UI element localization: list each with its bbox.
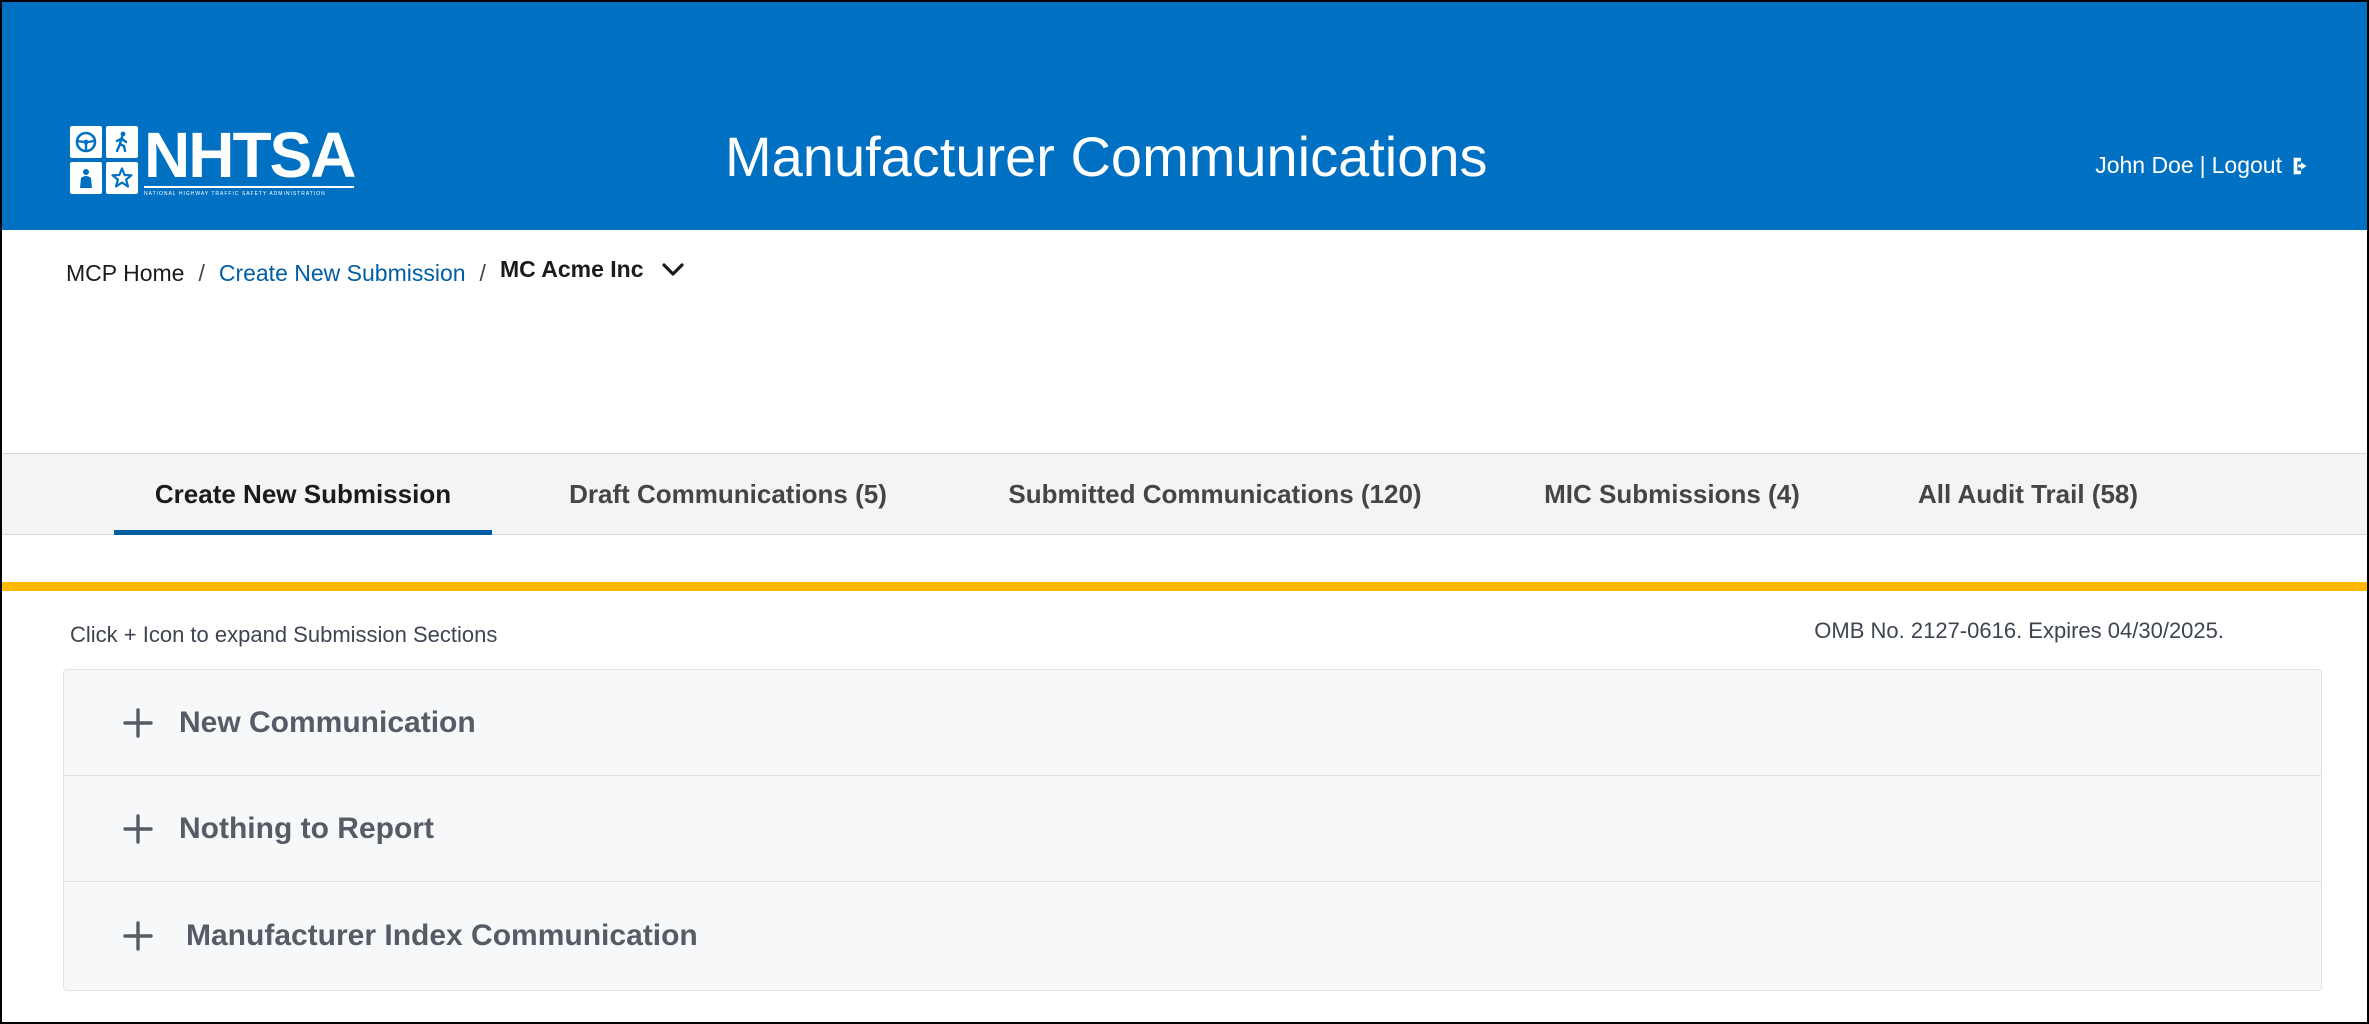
car-seat-icon	[70, 162, 102, 194]
breadcrumb-home[interactable]: MCP Home	[66, 260, 184, 287]
plus-icon[interactable]	[123, 707, 153, 738]
breadcrumb-separator: /	[198, 260, 205, 286]
plus-icon[interactable]	[123, 921, 153, 951]
submission-sections-accordion: New Communication Nothing to Report Manu…	[63, 669, 2322, 991]
logout-icon[interactable]	[2290, 155, 2312, 177]
logout-link[interactable]: Logout	[2212, 152, 2282, 179]
site-header: NHTSA NATIONAL HIGHWAY TRAFFIC SAFETY AD…	[2, 2, 2367, 230]
accordion-manufacturer-index-communication[interactable]: Manufacturer Index Communication	[64, 882, 2321, 990]
user-separator: |	[2199, 152, 2206, 178]
user-name[interactable]: John Doe	[2095, 152, 2193, 179]
chevron-down-icon	[661, 262, 684, 276]
logo-text-block: NHTSA NATIONAL HIGHWAY TRAFFIC SAFETY AD…	[144, 119, 356, 198]
accordion-label: New Communication	[179, 705, 476, 739]
manufacturer-name: MC Acme Inc	[499, 256, 644, 282]
breadcrumb: MCP Home / Create New Submission / MC Ac…	[66, 256, 684, 287]
accordion-label: Manufacturer Index Communication	[186, 919, 698, 952]
page-frame: NHTSA NATIONAL HIGHWAY TRAFFIC SAFETY AD…	[0, 0, 2369, 1024]
tab-mic-submissions[interactable]: MIC Submissions (4)	[1514, 454, 1830, 534]
steering-wheel-icon	[70, 126, 102, 158]
submission-tabs: Create New Submission Draft Communicatio…	[2, 453, 2367, 535]
tab-all-audit-trail[interactable]: All Audit Trail (58)	[1892, 454, 2164, 534]
app-title: Manufacturer Communications	[725, 125, 1488, 188]
user-area: John Doe | Logout	[2095, 152, 2312, 179]
gold-divider	[2, 582, 2367, 591]
tab-submitted-communications[interactable]: Submitted Communications (120)	[984, 454, 1446, 534]
star-icon	[106, 162, 138, 194]
tab-create-new-submission[interactable]: Create New Submission	[114, 454, 492, 535]
logo-icon-grid	[70, 126, 138, 194]
expand-hint: Click + Icon to expand Submission Sectio…	[70, 622, 498, 647]
omb-notice: OMB No. 2127-0616. Expires 04/30/2025.	[1814, 618, 2224, 643]
nhtsa-logo[interactable]: NHTSA NATIONAL HIGHWAY TRAFFIC SAFETY AD…	[70, 119, 356, 198]
manufacturer-selector[interactable]: MC Acme Inc	[500, 256, 684, 283]
plus-icon[interactable]	[123, 813, 153, 844]
accordion-new-communication[interactable]: New Communication	[64, 670, 2321, 776]
logo-subtext: NATIONAL HIGHWAY TRAFFIC SAFETY ADMINIST…	[144, 186, 355, 198]
tab-draft-communications[interactable]: Draft Communications (5)	[542, 454, 914, 534]
logo-wordmark: NHTSA	[144, 119, 356, 191]
accordion-label: Nothing to Report	[179, 811, 434, 845]
pedestrian-icon	[106, 126, 138, 158]
accordion-nothing-to-report[interactable]: Nothing to Report	[64, 776, 2321, 882]
breadcrumb-create-submission[interactable]: Create New Submission	[219, 260, 466, 287]
breadcrumb-separator: /	[479, 260, 486, 286]
